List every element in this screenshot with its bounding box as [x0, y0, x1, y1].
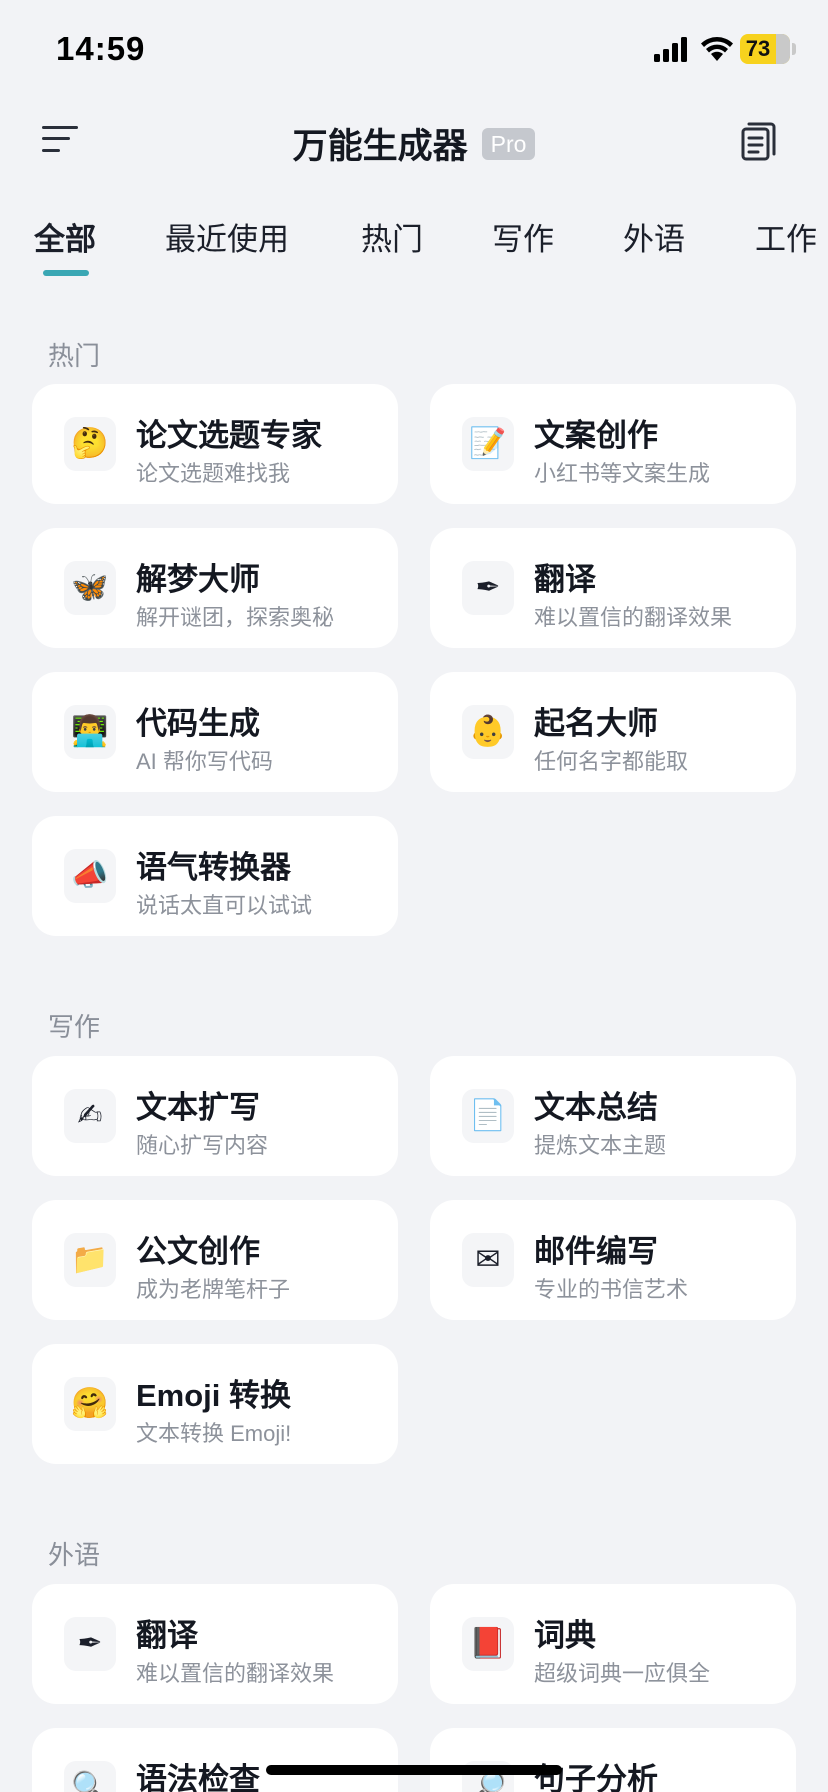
technologist-icon: 👨‍💻: [64, 705, 116, 759]
tool-card-sentence-analysis[interactable]: 🔎 句子分析: [430, 1728, 796, 1792]
tool-card-text-expansion[interactable]: ✍ 文本扩写 随心扩写内容: [32, 1056, 398, 1176]
tool-card-translation[interactable]: ✒ 翻译 难以置信的翻译效果: [430, 528, 796, 648]
battery-icon: 73: [740, 34, 790, 64]
section-title-foreign-language: 外语: [48, 1540, 101, 1570]
tool-name: 翻译: [534, 562, 596, 597]
memo-icon: 📝: [462, 417, 514, 471]
tool-desc: 超级词典一应俱全: [534, 1661, 711, 1686]
tool-name: 翻译: [136, 1618, 198, 1653]
tool-card-tone-converter[interactable]: 📣 语气转换器 说话太直可以试试: [32, 816, 398, 936]
tool-name: 起名大师: [534, 706, 658, 741]
tool-name: 词典: [534, 1618, 596, 1653]
tool-card-copywriting[interactable]: 📝 文案创作 小红书等文案生成: [430, 384, 796, 504]
tool-card-email-writing[interactable]: ✉ 邮件编写 专业的书信艺术: [430, 1200, 796, 1320]
butterfly-icon: 🦋: [64, 561, 116, 615]
tool-name: 公文创作: [136, 1234, 260, 1269]
tool-card-official-document[interactable]: 📁 公文创作 成为老牌笔杆子: [32, 1200, 398, 1320]
tool-card-code-generation[interactable]: 👨‍💻 代码生成 AI 帮你写代码: [32, 672, 398, 792]
tab-foreign-language[interactable]: 外语: [623, 214, 685, 259]
writing-hand-icon: ✍: [64, 1089, 116, 1143]
tool-card-grammar-check[interactable]: 🔍 语法检查: [32, 1728, 398, 1792]
page-title: 万能生成器: [292, 127, 468, 166]
tool-desc: 任何名字都能取: [534, 749, 689, 774]
status-time: 14:59: [56, 30, 146, 67]
tool-name: 代码生成: [136, 706, 260, 741]
tab-recent[interactable]: 最近使用: [165, 214, 289, 259]
tool-name: 邮件编写: [534, 1234, 658, 1269]
history-icon[interactable]: [738, 118, 778, 162]
tab-all[interactable]: 全部: [34, 214, 96, 259]
wifi-icon: [701, 37, 733, 61]
thinking-face-icon: 🤔: [64, 417, 116, 471]
tool-name: 文案创作: [534, 418, 658, 453]
tab-work[interactable]: 工作: [755, 214, 817, 259]
tab-indicator: [43, 270, 89, 276]
tool-card-dictionary[interactable]: 📕 词典 超级词典一应俱全: [430, 1584, 796, 1704]
signal-icon: [654, 37, 687, 62]
document-icon: 📄: [462, 1089, 514, 1143]
tool-name: 文本总结: [534, 1090, 658, 1125]
tool-name: 文本扩写: [136, 1090, 260, 1125]
tool-card-dream-interpretation[interactable]: 🦋 解梦大师 解开谜团，探索奥秘: [32, 528, 398, 648]
megaphone-icon: 📣: [64, 849, 116, 903]
envelope-icon: ✉: [462, 1233, 514, 1287]
fountain-pen-icon: ✒: [64, 1617, 116, 1671]
app-screen: 14:59 73 万能生成器 Pro 全部 最近使用 热门 写作 外语 工作 热…: [0, 0, 828, 1792]
tool-desc: 文本转换 Emoji!: [136, 1421, 292, 1446]
category-tabs: 全部 最近使用 热门 写作 外语 工作: [0, 214, 828, 284]
tool-name: Emoji 转换: [136, 1378, 292, 1413]
pro-badge[interactable]: Pro: [481, 127, 536, 160]
tool-card-text-summary[interactable]: 📄 文本总结 提炼文本主题: [430, 1056, 796, 1176]
battery-level: 73: [745, 36, 771, 61]
baby-icon: 👶: [462, 705, 514, 759]
battery-cap: [792, 43, 796, 55]
folder-icon: 📁: [64, 1233, 116, 1287]
tool-card-translation-foreign[interactable]: ✒ 翻译 难以置信的翻译效果: [32, 1584, 398, 1704]
tab-hot[interactable]: 热门: [361, 214, 423, 259]
section-title-hot: 热门: [48, 341, 101, 371]
tool-desc: 说话太直可以试试: [136, 893, 313, 918]
tool-name: 论文选题专家: [136, 418, 322, 453]
title-wrap: 万能生成器 Pro: [0, 118, 828, 169]
tool-desc: 解开谜团，探索奥秘: [136, 605, 335, 630]
section-title-writing: 写作: [48, 1012, 101, 1042]
tool-card-naming[interactable]: 👶 起名大师 任何名字都能取: [430, 672, 796, 792]
tool-desc: 专业的书信艺术: [534, 1277, 689, 1302]
tool-desc: 难以置信的翻译效果: [136, 1661, 335, 1686]
tool-desc: 论文选题难找我: [136, 461, 291, 486]
tool-desc: AI 帮你写代码: [136, 749, 273, 774]
tool-desc: 难以置信的翻译效果: [534, 605, 733, 630]
app-header: 万能生成器 Pro: [0, 100, 828, 180]
tool-desc: 随心扩写内容: [136, 1133, 269, 1158]
tool-card-emoji-conversion[interactable]: 🤗 Emoji 转换 文本转换 Emoji!: [32, 1344, 398, 1464]
red-book-icon: 📕: [462, 1617, 514, 1671]
tool-card-thesis-topic[interactable]: 🤔 论文选题专家 论文选题难找我: [32, 384, 398, 504]
tool-desc: 成为老牌笔杆子: [136, 1277, 291, 1302]
status-bar: 14:59 73: [0, 0, 828, 100]
tool-name: 语气转换器: [136, 850, 291, 885]
hugging-face-icon: 🤗: [64, 1377, 116, 1431]
home-indicator[interactable]: [266, 1765, 562, 1775]
fountain-pen-icon: ✒: [462, 561, 514, 615]
tool-desc: 提炼文本主题: [534, 1133, 667, 1158]
tab-writing[interactable]: 写作: [492, 214, 554, 259]
tool-name: 语法检查: [136, 1762, 260, 1792]
tool-name: 解梦大师: [136, 562, 260, 597]
tool-desc: 小红书等文案生成: [534, 461, 711, 486]
magnifier-icon: 🔍: [64, 1761, 116, 1792]
